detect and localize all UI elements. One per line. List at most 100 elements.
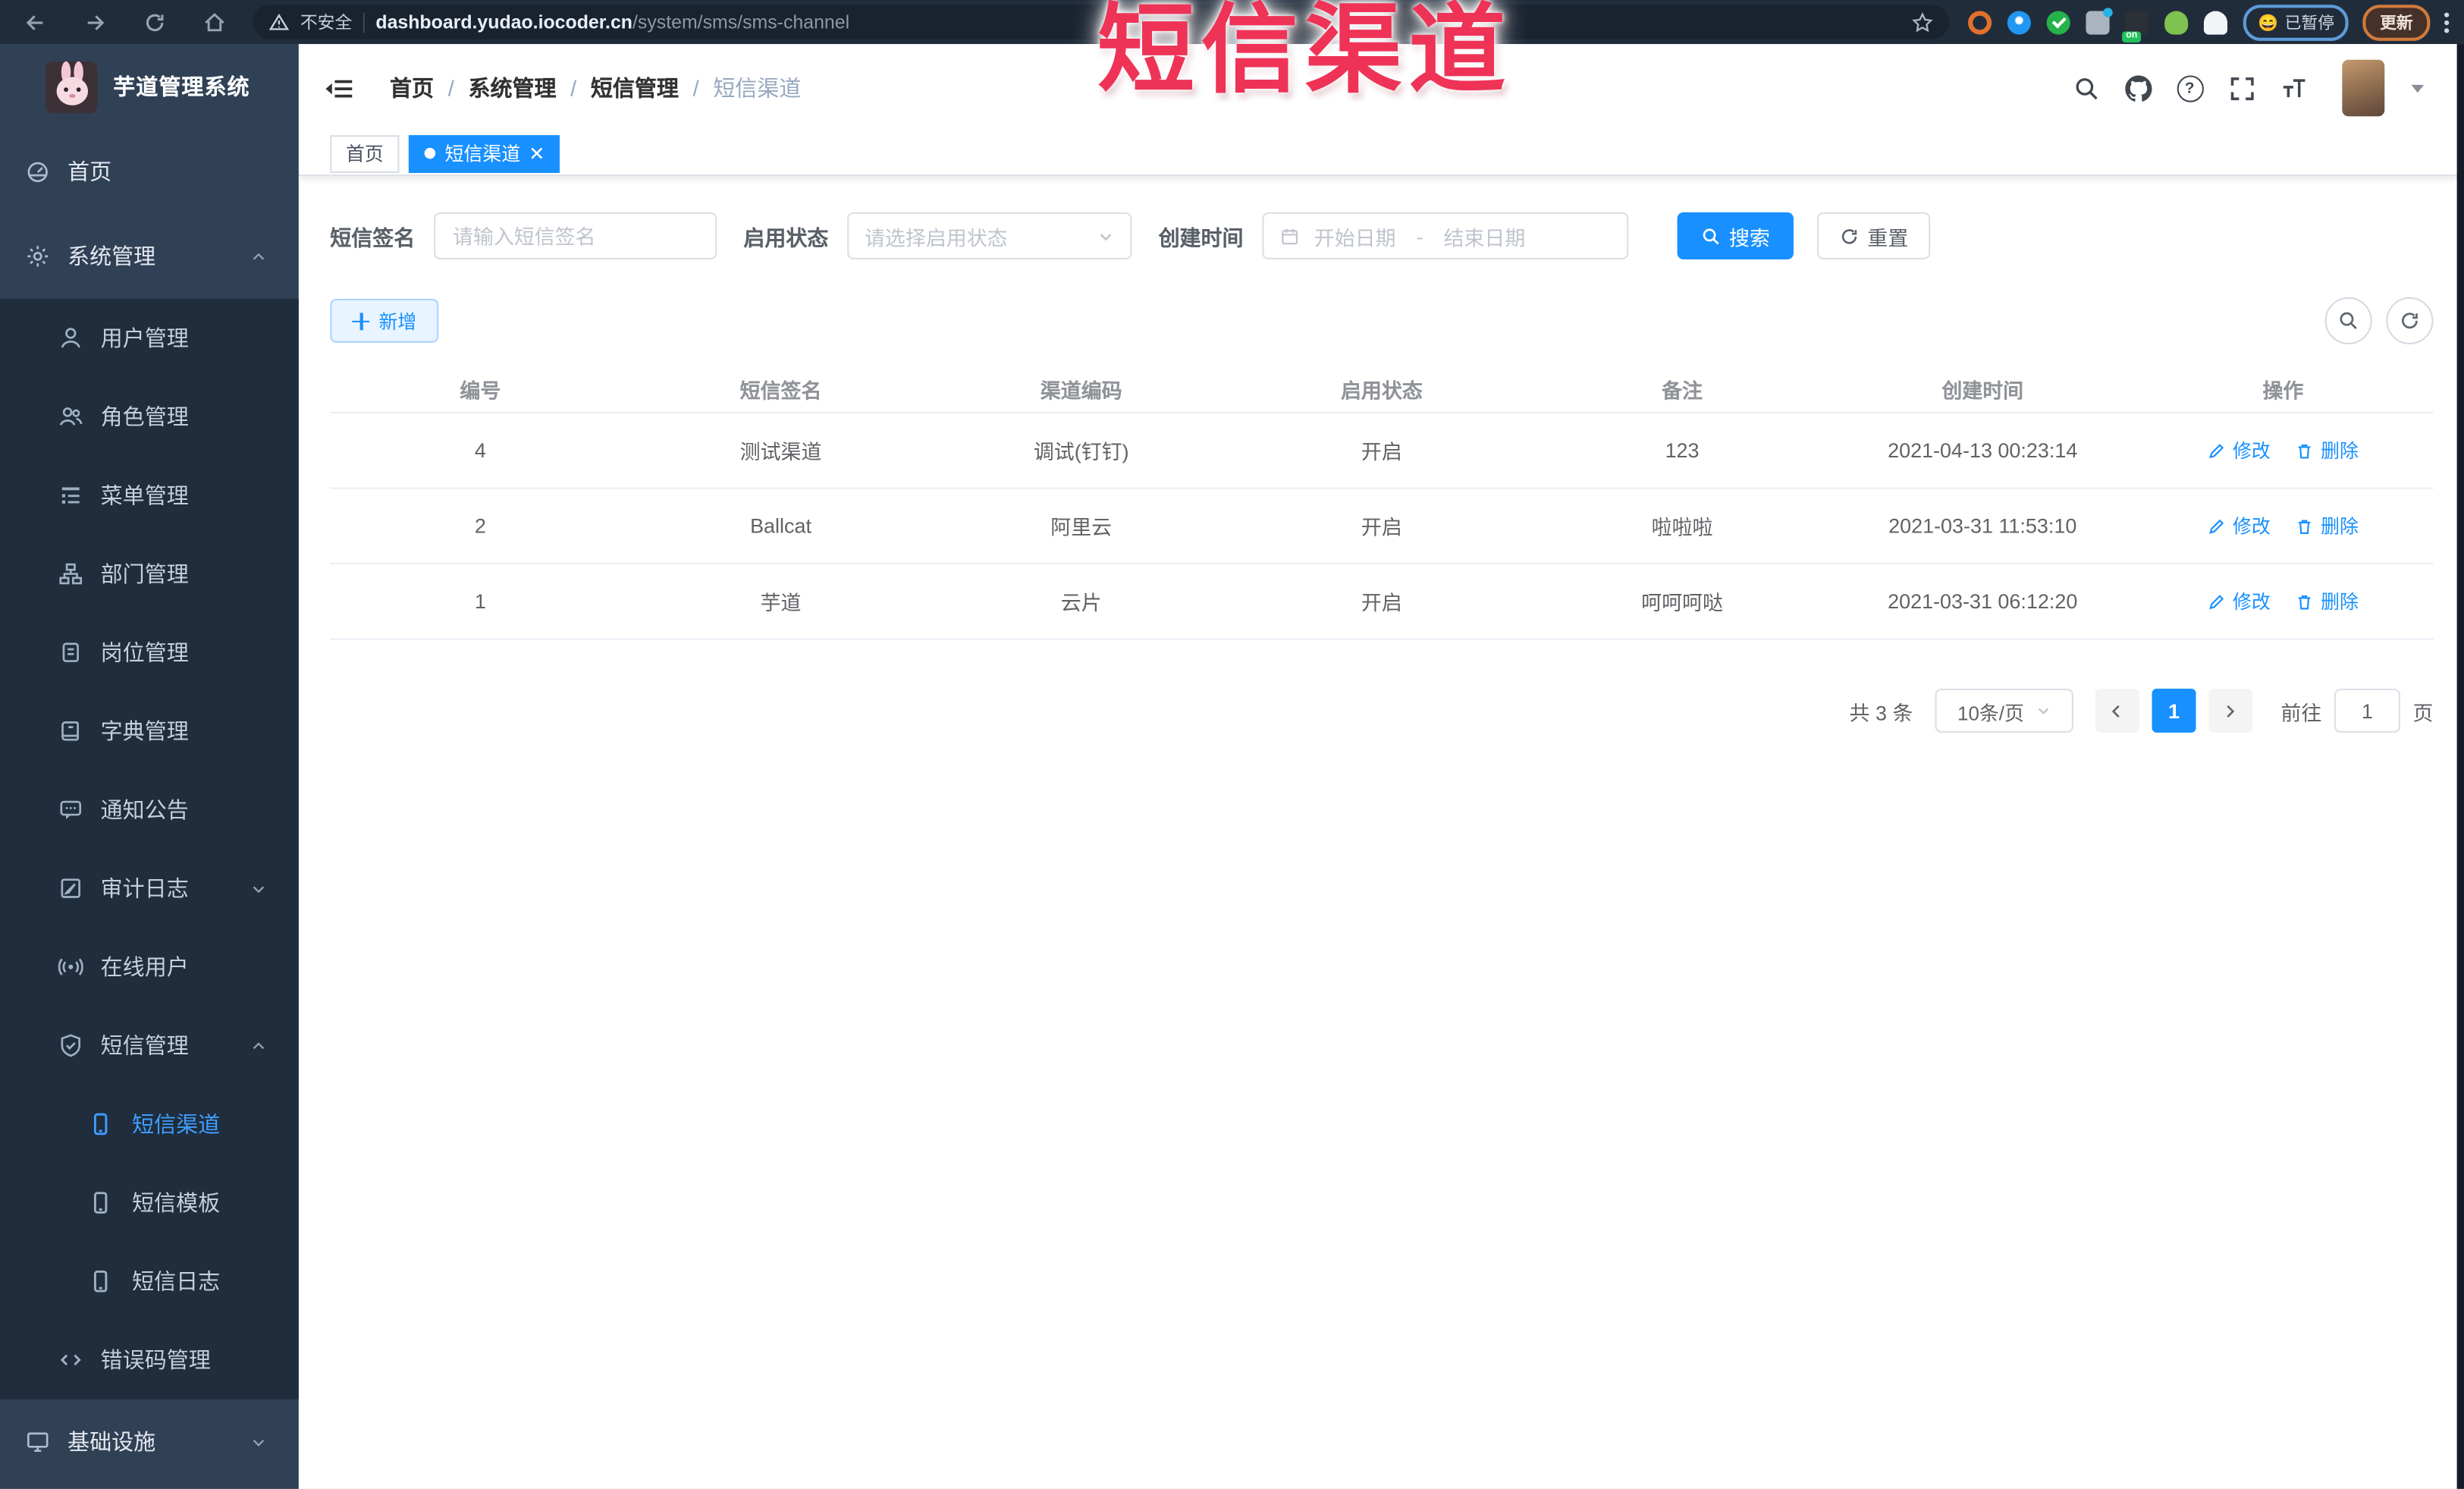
fullscreen-icon[interactable] (2227, 74, 2255, 102)
home-icon[interactable] (201, 8, 228, 35)
avatar-caret-icon[interactable] (2411, 83, 2425, 93)
smiley-emoji-icon: 😄 (2258, 13, 2279, 33)
next-page-button[interactable] (2208, 688, 2253, 733)
page-size-select[interactable]: 10条/页 (1935, 688, 2073, 733)
extension-orange-ring-icon[interactable] (1968, 10, 1992, 34)
security-label: 不安全 (300, 14, 353, 33)
browser-chrome: 不安全 dashboard.yudao.iocoder.cn/system/sm… (0, 0, 2464, 45)
breadcrumb-system[interactable]: 系统管理 (468, 72, 556, 103)
sidebar-item-system[interactable]: 系统管理 (0, 214, 299, 299)
extension-alien-icon[interactable] (2164, 10, 2189, 34)
sign-input[interactable] (434, 212, 717, 259)
sidebar-item-dict[interactable]: 字典管理 (0, 692, 299, 771)
topbar: 首页 / 系统管理 / 短信管理 / 短信渠道 ? (298, 44, 2464, 133)
chevron-down-icon (2038, 708, 2048, 715)
sidebar-item-infrastructure[interactable]: 基础设施 (0, 1399, 299, 1484)
sidebar-item-notice[interactable]: 通知公告 (0, 771, 299, 850)
edit-link[interactable]: 修改 (2208, 513, 2271, 539)
avatar[interactable] (2342, 59, 2385, 117)
sidebar-item-error-code[interactable]: 错误码管理 (0, 1321, 299, 1399)
edit-link[interactable]: 修改 (2208, 588, 2271, 614)
sms-channel-table: 编号 短信签名 渠道编码 启用状态 备注 创建时间 操作 4 测试渠道 调试(钉… (330, 365, 2434, 640)
browser-menu-icon[interactable] (2444, 11, 2450, 33)
gear-icon (25, 243, 50, 269)
close-icon[interactable] (530, 146, 545, 161)
tab-sms-channel[interactable]: 短信渠道 (408, 134, 560, 172)
sidebar-item-sms-log[interactable]: 短信日志 (0, 1242, 299, 1321)
sidebar-item-online-users[interactable]: 在线用户 (0, 928, 299, 1007)
browser-update-button[interactable]: 更新 (2362, 4, 2431, 40)
delete-link[interactable]: 删除 (2296, 437, 2359, 463)
sidebar-item-departments[interactable]: 部门管理 (0, 535, 299, 614)
browser-nav (22, 8, 228, 35)
extension-green-check-icon[interactable] (2047, 10, 2071, 34)
pagination: 共 3 条 10条/页 1 前往 页 (330, 688, 2434, 733)
github-icon[interactable] (2123, 74, 2152, 102)
search-button[interactable]: 搜索 (1677, 212, 1794, 259)
status-label: 启用状态 (743, 226, 829, 250)
sidebar-item-sms-template[interactable]: 短信模板 (0, 1164, 299, 1242)
sidebar-item-sms-channel[interactable]: 短信渠道 (0, 1085, 299, 1164)
url-host: dashboard.yudao.iocoder.cn (375, 11, 633, 33)
delete-link[interactable]: 删除 (2296, 513, 2359, 539)
extension-switch-icon[interactable]: on (2123, 10, 2150, 42)
reset-button[interactable]: 重置 (1817, 212, 1931, 259)
prev-page-button[interactable] (2095, 688, 2139, 733)
sidebar-item-home[interactable]: 首页 (0, 129, 299, 214)
sidebar-item-sms[interactable]: 短信管理 (0, 1007, 299, 1085)
sidebar-logo[interactable]: 芋道管理系统 (0, 44, 299, 129)
sidebar-submenu-system: 用户管理 角色管理 菜单管理 部门管理 岗位管理 字典管理 通知公告 审计日志 … (0, 298, 299, 1399)
forward-icon[interactable] (82, 8, 108, 35)
add-button[interactable]: 新增 (330, 298, 439, 343)
extension-blue-pin-icon[interactable] (2007, 10, 2032, 34)
help-icon[interactable]: ? (2176, 74, 2204, 102)
breadcrumb-sms[interactable]: 短信管理 (591, 72, 679, 103)
phone-icon (88, 1269, 113, 1294)
table-row: 1 芋道 云片 开启 呵呵呵哒 2021-03-31 06:12:20 修改 删… (330, 564, 2434, 640)
sidebar-item-users[interactable]: 用户管理 (0, 299, 299, 378)
refresh-button[interactable] (2386, 297, 2434, 344)
delete-link[interactable]: 删除 (2296, 588, 2359, 614)
sidebar-collapse-icon[interactable] (324, 74, 353, 101)
bookmark-star-icon[interactable] (1912, 11, 1934, 33)
sidebar-item-audit-log[interactable]: 审计日志 (0, 849, 299, 928)
filter-form: 短信签名 启用状态 请选择启用状态 创建时间 开始日期 - 结束日期 (330, 212, 2433, 259)
table-row: 4 测试渠道 调试(钉钉) 开启 123 2021-04-13 00:23:14… (330, 413, 2434, 489)
goto-page-input[interactable] (2334, 688, 2400, 733)
font-size-icon[interactable] (2279, 74, 2307, 102)
extension-ghost-icon[interactable] (2204, 10, 2228, 34)
date-range-picker[interactable]: 开始日期 - 结束日期 (1262, 212, 1629, 259)
tags-bar: 首页 短信渠道 (298, 132, 2464, 177)
breadcrumb-home[interactable]: 首页 (390, 72, 434, 103)
page-number-active[interactable]: 1 (2152, 688, 2196, 733)
url-path: /system/sms/sms-channel (632, 11, 850, 33)
chevron-down-icon (250, 1433, 268, 1450)
sidebar: 芋道管理系统 首页 系统管理 用户管理 角色管理 菜单管理 部门管理 岗位管理 … (0, 44, 299, 1489)
sidebar-item-roles[interactable]: 角色管理 (0, 377, 299, 456)
browser-extensions: on (1968, 7, 2228, 42)
status-select[interactable]: 请选择启用状态 (847, 212, 1132, 259)
post-icon (58, 640, 83, 665)
message-icon (58, 797, 83, 822)
browser-scrollbar[interactable] (2456, 44, 2464, 1489)
search-icon[interactable] (2072, 74, 2100, 102)
back-icon[interactable] (22, 8, 49, 35)
profile-paused-badge[interactable]: 😄 已暂停 (2243, 4, 2349, 40)
extension-people-icon[interactable] (2086, 7, 2114, 34)
omnibox-divider (363, 11, 365, 33)
extension-on-badge: on (2123, 30, 2141, 42)
chevron-up-icon (250, 247, 268, 265)
screen: 不安全 dashboard.yudao.iocoder.cn/system/sm… (0, 0, 2464, 1489)
chevron-down-icon (250, 880, 268, 897)
toggle-search-button[interactable] (2324, 297, 2372, 344)
phone-icon (88, 1190, 113, 1215)
sidebar-item-posts[interactable]: 岗位管理 (0, 613, 299, 692)
reload-icon[interactable] (142, 8, 168, 35)
chevron-down-icon (1097, 228, 1115, 245)
security-warning-icon[interactable] (268, 12, 290, 33)
sidebar-item-menus[interactable]: 菜单管理 (0, 456, 299, 535)
address-bar[interactable]: 不安全 dashboard.yudao.iocoder.cn/system/sm… (253, 5, 1951, 39)
breadcrumb: 首页 / 系统管理 / 短信管理 / 短信渠道 (390, 72, 801, 103)
tab-home[interactable]: 首页 (330, 134, 400, 172)
edit-link[interactable]: 修改 (2208, 437, 2271, 463)
